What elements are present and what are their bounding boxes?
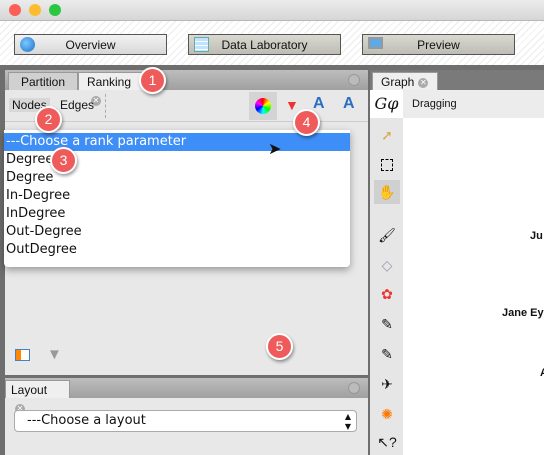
color-wheel-icon bbox=[255, 98, 271, 114]
node-label: A bbox=[540, 367, 544, 379]
result-list-icon[interactable] bbox=[15, 349, 30, 361]
tab-label: Layout bbox=[11, 383, 48, 397]
mode-label: Dragging bbox=[412, 98, 457, 110]
step-badge: 2 bbox=[35, 106, 62, 133]
select-arrow-icon[interactable]: ➚ bbox=[374, 123, 400, 147]
graph-tab-bar: Graph ✕ bbox=[370, 70, 544, 90]
filter-icon[interactable]: ▼ bbox=[47, 346, 62, 363]
layout-select[interactable]: ---Choose a layout ▲ ▼ bbox=[14, 410, 357, 432]
label-color-icon[interactable]: A bbox=[313, 95, 325, 113]
separator bbox=[105, 94, 106, 118]
ranking-tab-bar: Partition Ranking✕ bbox=[5, 70, 368, 106]
gephi-logo-icon: Gφ bbox=[370, 90, 403, 118]
color-button[interactable] bbox=[249, 92, 277, 120]
airplane-icon[interactable]: ✈ bbox=[374, 372, 400, 396]
tab-partition[interactable]: Partition bbox=[8, 72, 78, 90]
tab-label: Graph bbox=[381, 75, 415, 89]
step-badge: 4 bbox=[293, 109, 320, 136]
overview-button[interactable]: Overview bbox=[14, 34, 167, 55]
brush-icon[interactable]: 🖌 bbox=[374, 223, 400, 247]
dropdown-option[interactable]: In-Degree bbox=[4, 187, 350, 205]
painter-icon[interactable]: ✿ bbox=[374, 282, 400, 306]
graph-toolbar: Gφ Dragging bbox=[370, 90, 544, 118]
dropdown-option[interactable]: OutDegree bbox=[4, 241, 350, 259]
window-title-bar bbox=[0, 0, 544, 21]
node-label: Ju bbox=[530, 230, 543, 242]
overview-label: Overview bbox=[65, 37, 116, 52]
size-diamond-icon[interactable]: ▼ bbox=[285, 97, 299, 113]
workspace-toolbar: Overview Data Laboratory Preview bbox=[0, 21, 544, 65]
maximize-icon[interactable] bbox=[348, 382, 360, 394]
drag-hand-icon[interactable]: ✋ bbox=[374, 180, 400, 204]
help-cursor-icon[interactable]: ↖? bbox=[374, 430, 400, 454]
layout-select-value: ---Choose a layout bbox=[27, 413, 146, 428]
preview-button[interactable]: Preview bbox=[362, 34, 515, 55]
step-badge: 3 bbox=[50, 147, 77, 174]
tab-layout[interactable]: Layout✕ bbox=[5, 380, 70, 414]
zoom-window-button[interactable] bbox=[49, 4, 61, 16]
data-laboratory-label: Data Laboratory bbox=[221, 37, 308, 52]
diamond-icon[interactable]: ◇ bbox=[374, 253, 400, 277]
edges-tab[interactable]: Edges bbox=[60, 98, 94, 112]
dropdown-option[interactable]: InDegree bbox=[4, 205, 350, 223]
tab-graph[interactable]: Graph ✕ bbox=[372, 72, 438, 90]
globe-icon bbox=[20, 37, 35, 52]
table-icon bbox=[194, 37, 209, 52]
label-size-icon[interactable]: A bbox=[343, 95, 355, 113]
pencil-icon[interactable]: ✎ bbox=[374, 312, 400, 336]
minimize-window-button[interactable] bbox=[29, 4, 41, 16]
gear-icon[interactable]: ✺ bbox=[374, 402, 400, 426]
layout-panel: Layout✕ ---Choose a layout ▲ ▼ bbox=[5, 378, 368, 455]
tab-label: Ranking bbox=[87, 75, 132, 89]
node-label: Jane Ey bbox=[502, 307, 544, 319]
tab-label: Partition bbox=[20, 75, 66, 89]
close-window-button[interactable] bbox=[9, 4, 21, 16]
step-badge: 5 bbox=[266, 333, 293, 360]
maximize-icon[interactable] bbox=[348, 74, 360, 86]
step-badge: 1 bbox=[139, 67, 166, 94]
edge-pencil-icon[interactable]: ✎ bbox=[374, 342, 400, 366]
select-arrows-icon: ▲ ▼ bbox=[344, 412, 351, 431]
close-tab-icon[interactable]: ✕ bbox=[418, 77, 429, 88]
rectangle-select-icon[interactable] bbox=[374, 152, 400, 176]
layout-tab-bar: Layout✕ bbox=[5, 378, 368, 414]
mouse-cursor-icon: ➤ bbox=[268, 141, 282, 158]
preview-label: Preview bbox=[417, 37, 460, 52]
dropdown-option[interactable]: Out-Degree bbox=[4, 223, 350, 241]
monitor-icon bbox=[368, 37, 383, 49]
data-laboratory-button[interactable]: Data Laboratory bbox=[188, 34, 341, 55]
tab-ranking[interactable]: Ranking✕ bbox=[78, 72, 146, 106]
